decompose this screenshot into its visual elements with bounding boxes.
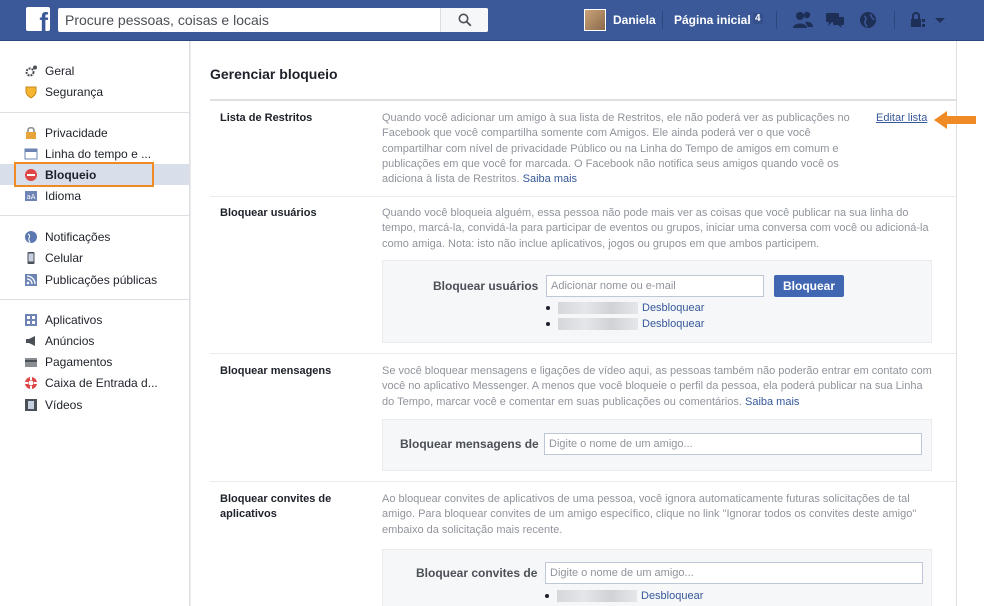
main-content: Gerenciar bloqueio Lista de Restritos Qu… [191, 41, 956, 606]
sidebar-item-security[interactable]: Segurança [0, 81, 189, 102]
list-bullet [546, 306, 550, 310]
block-app-invites-input[interactable] [545, 562, 923, 584]
messages-learn-more-link[interactable]: Saiba mais [745, 396, 799, 408]
chevron-down-icon[interactable] [931, 10, 949, 30]
search-icon [458, 13, 471, 27]
block-app-invites-panel-label: Bloquear convites de [416, 566, 538, 580]
ads-icon [26, 336, 35, 346]
home-count-badge: 4 [753, 13, 763, 24]
sidebar-item-support-inbox[interactable]: Caixa de Entrada d... [0, 372, 189, 393]
globe-icon [25, 231, 37, 244]
block-users-panel: Bloquear usuários Bloquear Desbloquear D… [382, 260, 932, 343]
gear-icon [25, 65, 37, 77]
blurred-name [557, 590, 637, 602]
blocked-app-item: Desbloquear [545, 590, 703, 602]
facebook-logo[interactable]: f [26, 7, 50, 31]
block-messages-panel: Bloquear mensagens de [382, 419, 932, 471]
search-box [58, 8, 488, 32]
svg-text:aA: aA [27, 193, 36, 201]
unblock-link[interactable]: Desbloquear [641, 590, 703, 602]
sidebar-item-videos[interactable]: Vídeos [0, 394, 189, 415]
list-bullet [546, 322, 550, 326]
sidebar-item-payments[interactable]: Pagamentos [0, 351, 189, 372]
lifebuoy-icon [25, 377, 37, 389]
nav-divider [662, 11, 663, 29]
blocked-user-item: Desbloquear [546, 302, 704, 314]
phone-icon [27, 252, 35, 264]
notifications-globe-icon[interactable] [857, 10, 879, 30]
blurred-name [558, 302, 638, 314]
block-users-description: Quando você bloqueia alguém, essa pessoa… [382, 207, 929, 250]
card-icon [25, 358, 37, 367]
block-messages-label: Bloquear mensagens [220, 365, 332, 377]
shield-icon [25, 86, 37, 99]
edit-list-link[interactable]: Editar lista [876, 112, 927, 124]
title-divider [210, 99, 956, 101]
list-bullet [545, 594, 549, 598]
block-button[interactable]: Bloquear [774, 275, 845, 297]
search-input[interactable] [58, 8, 448, 32]
nav-divider [776, 11, 777, 29]
friend-requests-icon[interactable] [792, 10, 814, 30]
block-app-invites-label: Bloquear convites de aplicativos [220, 493, 332, 520]
blurred-name [558, 318, 638, 330]
sidebar-item-general[interactable]: Geral [0, 60, 189, 81]
nav-divider [894, 11, 895, 29]
rss-icon [25, 274, 37, 286]
block-messages-panel-label: Bloquear mensagens de [400, 437, 539, 451]
block-users-input[interactable] [546, 275, 764, 297]
film-icon [25, 399, 37, 411]
restricted-learn-more-link[interactable]: Saiba mais [523, 173, 577, 185]
arrow-left-icon [934, 111, 976, 129]
sidebar-divider [0, 215, 190, 216]
timeline-icon [24, 148, 38, 160]
block-users-panel-label: Bloquear usuários [433, 279, 539, 293]
profile-link[interactable]: Daniela [613, 13, 656, 27]
sidebar-divider [0, 112, 190, 113]
restricted-list-label: Lista de Restritos [220, 112, 313, 124]
unblock-link[interactable]: Desbloquear [642, 318, 704, 330]
sidebar-item-public-posts[interactable]: Publicações públicas [0, 269, 189, 290]
unblock-link[interactable]: Desbloquear [642, 302, 704, 314]
sidebar-item-language[interactable]: aA Idioma [0, 185, 189, 206]
block-users-label: Bloquear usuários [220, 207, 317, 219]
top-bar: f Daniela Página inicial 4 [0, 0, 984, 41]
sidebar-item-notifications[interactable]: Notificações [0, 226, 189, 247]
avatar[interactable] [584, 9, 606, 31]
row-divider [210, 481, 956, 482]
row-divider [210, 196, 956, 197]
sidebar-item-apps[interactable]: Aplicativos [0, 309, 189, 330]
lock-icon [26, 126, 36, 139]
sidebar-item-mobile[interactable]: Celular [0, 247, 189, 268]
language-icon: aA [25, 191, 37, 201]
blocked-user-item: Desbloquear [546, 318, 704, 330]
sidebar-item-ads[interactable]: Anúncios [0, 330, 189, 351]
row-divider [210, 353, 956, 354]
privacy-shortcuts-icon[interactable] [908, 10, 930, 30]
block-app-invites-panel: Bloquear convites de Desbloquear [382, 549, 932, 606]
apps-icon [25, 314, 37, 326]
sidebar-item-privacy[interactable]: Privacidade [0, 122, 189, 143]
messages-icon[interactable] [824, 10, 846, 30]
home-link[interactable]: Página inicial [674, 13, 751, 27]
page-title: Gerenciar bloqueio [210, 66, 338, 82]
block-messages-description: Se você bloquear mensagens e ligações de… [382, 365, 932, 408]
block-messages-input[interactable] [544, 433, 922, 455]
settings-sidebar: Geral Segurança Privacidade Linha do tem… [0, 41, 190, 606]
search-button[interactable] [440, 8, 488, 32]
block-app-invites-description: Ao bloquear convites de aplicativos de u… [382, 493, 917, 536]
sidebar-divider [0, 299, 190, 300]
restricted-list-description: Quando você adicionar um amigo à sua lis… [382, 112, 850, 186]
sidebar-item-timeline[interactable]: Linha do tempo e ... [0, 143, 189, 164]
blocking-highlight-box [14, 162, 154, 187]
